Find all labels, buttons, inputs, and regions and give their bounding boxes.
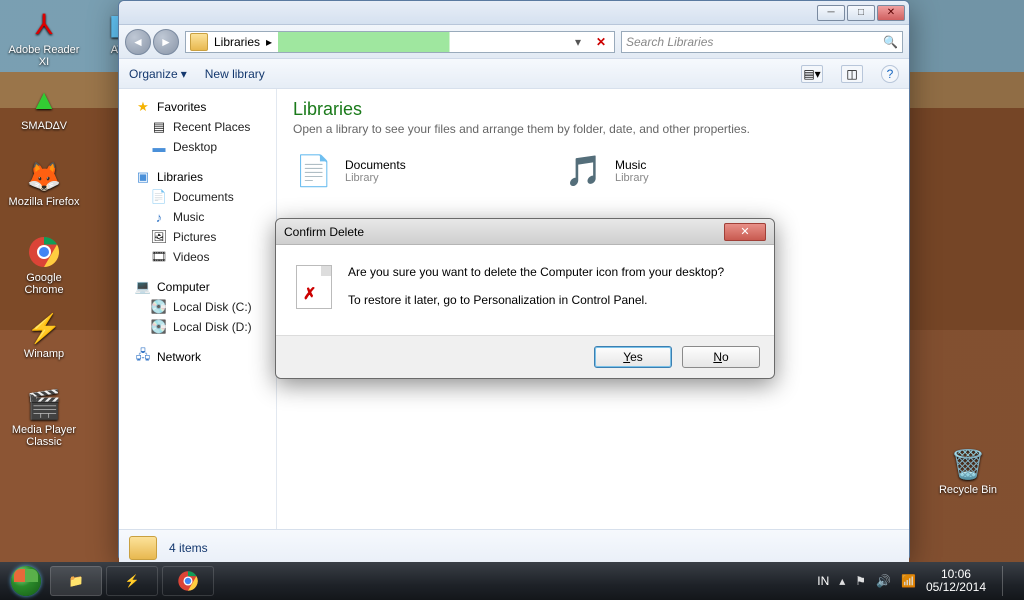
chrome-icon (177, 570, 199, 592)
dialog-close-button[interactable]: ✕ (724, 223, 766, 241)
address-loading-progress (278, 32, 564, 52)
organize-menu[interactable]: Organize ▾ (129, 67, 187, 81)
new-library-button[interactable]: New library (205, 67, 265, 81)
show-desktop-button[interactable] (1002, 566, 1010, 596)
adobe-reader-icon: ⅄ (24, 4, 64, 44)
mpc-icon: 🎬 (24, 384, 64, 424)
yes-button[interactable]: Yes (594, 346, 672, 368)
delete-file-icon: ✗ (296, 265, 332, 309)
dialog-titlebar[interactable]: Confirm Delete ✕ (276, 219, 774, 245)
show-hidden-icons[interactable]: ▴ (839, 574, 845, 588)
star-icon: ★ (135, 99, 151, 115)
preview-pane-button[interactable]: ◫ (841, 65, 863, 83)
sidebar-item-drive-d[interactable]: 💽Local Disk (D:) (119, 317, 276, 337)
action-center-icon[interactable]: ⚑ (855, 574, 866, 588)
content-subtitle: Open a library to see your files and arr… (293, 122, 893, 136)
breadcrumb-root[interactable]: Libraries (214, 35, 260, 49)
desktop-icon-adobe-reader[interactable]: ⅄Adobe Reader XI (6, 4, 82, 74)
dialog-text: Are you sure you want to delete the Comp… (348, 265, 724, 321)
search-icon: 🔍 (883, 35, 898, 49)
chrome-icon (24, 232, 64, 272)
language-indicator[interactable]: IN (817, 574, 829, 588)
start-button[interactable] (6, 564, 46, 598)
no-button[interactable]: No (682, 346, 760, 368)
sidebar-item-documents[interactable]: 📄Documents (119, 187, 276, 207)
dialog-title: Confirm Delete (284, 225, 364, 239)
music-icon: ♪ (151, 209, 167, 225)
winamp-icon: ⚡ (125, 574, 140, 588)
network-icon[interactable]: 📶 (901, 574, 916, 588)
nav-row: ◄ ► Libraries ▸ ▾ ✕ Search Libraries 🔍 (119, 25, 909, 59)
window-titlebar[interactable]: ─ □ ✕ (119, 1, 909, 25)
chevron-right-icon: ▸ (266, 35, 272, 49)
documents-library-icon: 📄 (293, 150, 335, 192)
status-bar: 4 items (119, 529, 909, 565)
address-bar[interactable]: Libraries ▸ ▾ ✕ (185, 31, 615, 53)
desktop-icon-firefox[interactable]: 🦊Mozilla Firefox (6, 156, 82, 226)
winamp-icon: ⚡ (24, 308, 64, 348)
sidebar-item-recent-places[interactable]: ▤Recent Places (119, 117, 276, 137)
windows-orb-icon (11, 566, 41, 596)
forward-button[interactable]: ► (153, 29, 179, 55)
sidebar-computer[interactable]: 💻Computer (119, 277, 276, 297)
desktop-icon-recycle-bin[interactable]: 🗑️ Recycle Bin (930, 444, 1006, 514)
documents-icon: 📄 (151, 189, 167, 205)
library-documents[interactable]: 📄 DocumentsLibrary (293, 150, 533, 192)
view-options-button[interactable]: ▤▾ (801, 65, 823, 83)
drive-icon: 💽 (151, 299, 167, 315)
desktop-icon-smadav[interactable]: ▲SMAD∆V (6, 80, 82, 150)
folder-icon (190, 33, 208, 51)
help-button[interactable]: ? (881, 65, 899, 83)
close-button[interactable]: ✕ (877, 5, 905, 21)
sidebar-item-music[interactable]: ♪Music (119, 207, 276, 227)
clock[interactable]: 10:06 05/12/2014 (926, 568, 986, 594)
sidebar-libraries[interactable]: ▣Libraries (119, 167, 276, 187)
status-text: 4 items (169, 541, 208, 555)
system-tray: IN ▴ ⚑ 🔊 📶 10:06 05/12/2014 (817, 566, 1018, 596)
library-music[interactable]: 🎵 MusicLibrary (563, 150, 803, 192)
sidebar-network[interactable]: 🖧Network (119, 347, 276, 367)
computer-icon: 💻 (135, 279, 151, 295)
sidebar-item-desktop[interactable]: ▬Desktop (119, 137, 276, 157)
stop-refresh-button[interactable]: ✕ (592, 33, 610, 51)
folder-icon (129, 536, 157, 560)
nav-sidebar: ★Favorites ▤Recent Places ▬Desktop ▣Libr… (119, 89, 277, 529)
desktop-icon-winamp[interactable]: ⚡Winamp (6, 308, 82, 378)
desktop-icon-mpc[interactable]: 🎬Media Player Classic (6, 384, 82, 454)
taskbar-winamp[interactable]: ⚡ (106, 566, 158, 596)
desktop-icon-chrome[interactable]: Google Chrome (6, 232, 82, 302)
address-history-dropdown[interactable]: ▾ (570, 35, 586, 49)
network-icon: 🖧 (135, 349, 151, 365)
sidebar-favorites[interactable]: ★Favorites (119, 97, 276, 117)
volume-icon[interactable]: 🔊 (876, 574, 891, 588)
confirm-delete-dialog: Confirm Delete ✕ ✗ Are you sure you want… (275, 218, 775, 379)
content-title: Libraries (293, 99, 893, 120)
firefox-icon: 🦊 (24, 156, 64, 196)
desktop-icons-column: ⅄Adobe Reader XI ◧AVG ▲SMAD∆V 🦊Mozilla F… (6, 4, 86, 460)
chevron-down-icon: ▾ (181, 67, 187, 81)
sidebar-item-videos[interactable]: 🎞Videos (119, 247, 276, 267)
minimize-button[interactable]: ─ (817, 5, 845, 21)
smadav-icon: ▲ (24, 80, 64, 120)
search-placeholder: Search Libraries (626, 35, 713, 49)
pictures-icon: 🖼 (151, 229, 167, 245)
taskbar: 📁 ⚡ IN ▴ ⚑ 🔊 📶 10:06 05/12/2014 (0, 562, 1024, 600)
libraries-icon: ▣ (135, 169, 151, 185)
folder-icon: 📁 (69, 574, 84, 588)
recycle-bin-icon: 🗑️ (948, 444, 988, 484)
taskbar-explorer[interactable]: 📁 (50, 566, 102, 596)
sidebar-item-drive-c[interactable]: 💽Local Disk (C:) (119, 297, 276, 317)
toolbar: Organize ▾ New library ▤▾ ◫ ? (119, 59, 909, 89)
search-input[interactable]: Search Libraries 🔍 (621, 31, 903, 53)
drive-icon: 💽 (151, 319, 167, 335)
recent-icon: ▤ (151, 119, 167, 135)
back-button[interactable]: ◄ (125, 29, 151, 55)
maximize-button[interactable]: □ (847, 5, 875, 21)
videos-icon: 🎞 (151, 249, 167, 265)
desktop-icon: ▬ (151, 139, 167, 155)
taskbar-chrome[interactable] (162, 566, 214, 596)
music-library-icon: 🎵 (563, 150, 605, 192)
sidebar-item-pictures[interactable]: 🖼Pictures (119, 227, 276, 247)
